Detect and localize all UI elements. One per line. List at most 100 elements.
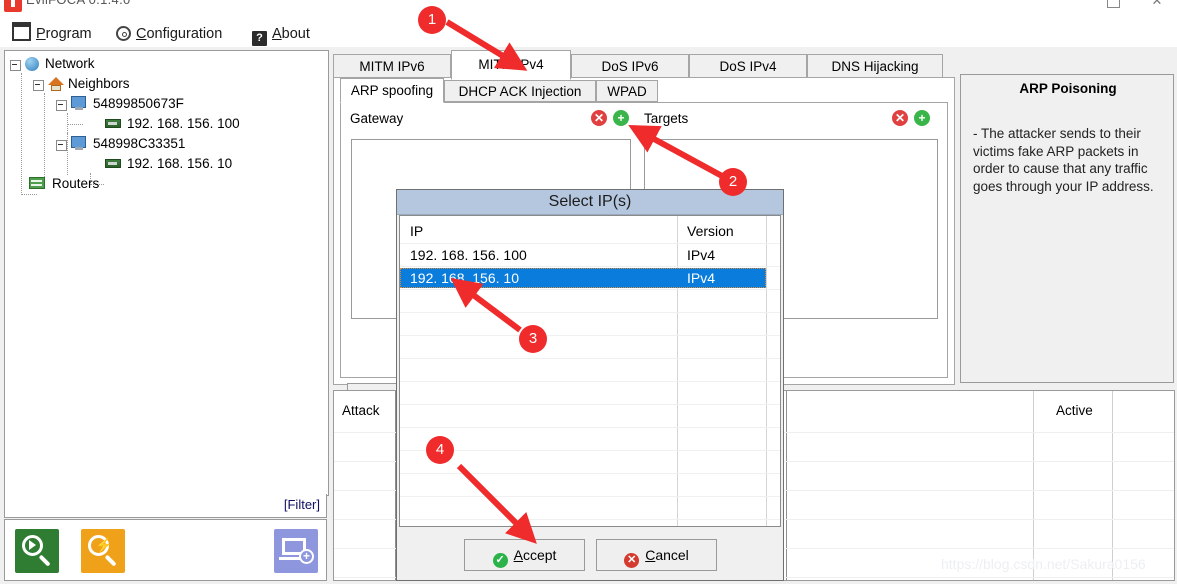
tree-line xyxy=(21,194,37,195)
watermark: https://blog.csdn.net/Sakura0156 xyxy=(941,556,1146,572)
attack-column-divider[interactable] xyxy=(1112,391,1113,580)
tree-line xyxy=(21,73,22,195)
help-title: ARP Poisoning xyxy=(1019,81,1117,96)
network-tree-panel[interactable]: Network Neighbors 54899850673F 192. 168.… xyxy=(4,50,329,496)
title-bar: EvilFOCA 0.1.4.0 ✕ xyxy=(0,0,1177,22)
targets-add-icon[interactable]: + xyxy=(914,110,930,126)
tree-node-network[interactable]: Network xyxy=(45,56,95,71)
cancel-button[interactable]: ✕ Cancel xyxy=(596,539,717,571)
tree-node-host-2[interactable]: 548998C33351 xyxy=(93,136,185,151)
router-icon xyxy=(29,177,45,192)
nic-icon xyxy=(105,159,121,168)
select-ips-dialog: Select IP(s) IP Version 192. 168. 156. 1… xyxy=(396,189,784,581)
subtab-wpad[interactable]: WPAD xyxy=(596,80,658,102)
globe-icon xyxy=(25,57,39,71)
column-header-version[interactable]: Version xyxy=(687,223,734,239)
ip-list[interactable]: IP Version 192. 168. 156. 100 IPv4 192. … xyxy=(399,215,781,527)
tree-node-ip-1[interactable]: 192. 168. 156. 100 xyxy=(127,116,240,131)
annotation-marker-3: 3 xyxy=(519,325,547,353)
list-row-line xyxy=(400,381,780,382)
tab-dns-hijacking[interactable]: DNS Hijacking xyxy=(807,54,943,78)
fast-scan-button[interactable]: ⚡ xyxy=(81,529,125,573)
annotation-marker-4: 4 xyxy=(426,436,454,464)
column-header-attack[interactable]: Attack xyxy=(342,403,380,418)
cancel-button-label: ancel xyxy=(655,547,689,563)
close-button[interactable]: ✕ xyxy=(1142,0,1172,12)
filter-label[interactable]: [Filter] xyxy=(284,497,320,512)
window-icon xyxy=(12,22,31,41)
tree-line xyxy=(44,93,45,177)
list-row-line xyxy=(400,496,780,497)
house-icon xyxy=(48,77,64,92)
menu-item-program[interactable]: Program xyxy=(12,21,92,47)
tree-node-ip-2[interactable]: 192. 168. 156. 10 xyxy=(127,156,232,171)
column-header-active[interactable]: Active xyxy=(1056,403,1093,418)
gateway-label: Gateway xyxy=(350,111,404,126)
tree-line xyxy=(67,124,83,125)
computer-icon xyxy=(71,136,87,151)
scan-network-button[interactable] xyxy=(15,529,59,573)
help-panel: ARP Poisoning - The attacker sends to th… xyxy=(960,74,1174,383)
nic-icon xyxy=(105,119,121,128)
cancel-circle-icon: ✕ xyxy=(624,553,640,568)
left-toolbar: ⚡ + xyxy=(4,519,327,581)
ip-list-column-divider[interactable] xyxy=(766,216,767,526)
gear-icon xyxy=(116,26,131,41)
targets-remove-icon[interactable]: ✕ xyxy=(892,110,908,126)
list-row-line xyxy=(400,312,780,313)
list-row-line xyxy=(400,519,780,520)
annotation-marker-1: 1 xyxy=(418,6,446,34)
window-title: EvilFOCA 0.1.4.0 xyxy=(26,0,131,7)
accept-button[interactable]: ✓ Accept xyxy=(464,539,585,571)
tree-node-routers[interactable]: Routers xyxy=(52,176,99,191)
targets-label: Targets xyxy=(644,111,689,126)
tab-dos-ipv4[interactable]: DoS IPv4 xyxy=(689,54,807,78)
tab-mitm-ipv6[interactable]: MITM IPv6 xyxy=(333,54,451,78)
tab-mitm-ipv4[interactable]: MITM IPv4 xyxy=(451,50,571,80)
ip-cell[interactable]: 192. 168. 156. 100 xyxy=(410,247,527,263)
list-row-line xyxy=(400,289,780,290)
tree-toggle-neighbors[interactable] xyxy=(33,80,44,91)
tree-node-host-1[interactable]: 54899850673F xyxy=(93,96,184,111)
tree-toggle-host-2[interactable] xyxy=(56,140,67,151)
help-icon: ? xyxy=(252,31,267,46)
ip-list-column-divider[interactable] xyxy=(677,216,678,526)
list-row-line xyxy=(400,473,780,474)
maximize-button[interactable] xyxy=(1098,0,1128,12)
version-cell[interactable]: IPv4 xyxy=(687,270,715,286)
menu-item-about[interactable]: ? About xyxy=(252,21,310,47)
list-row-line xyxy=(400,243,780,244)
subtab-dhcp-ack-injection[interactable]: DHCP ACK Injection xyxy=(444,80,596,102)
tree-filter-bar[interactable]: [Filter] xyxy=(4,494,327,518)
list-row-line xyxy=(400,266,780,267)
annotation-marker-2: 2 xyxy=(719,168,747,196)
attack-column-divider[interactable] xyxy=(786,391,787,580)
list-row-line xyxy=(400,427,780,428)
tree-toggle-host-1[interactable] xyxy=(56,100,67,111)
dialog-button-bar: ✓ Accept ✕ Cancel xyxy=(399,529,781,579)
evilfoca-icon xyxy=(4,0,22,12)
attack-column-divider[interactable] xyxy=(1033,391,1034,580)
tree-toggle-network[interactable] xyxy=(10,60,21,71)
list-row-line xyxy=(400,358,780,359)
column-header-ip[interactable]: IP xyxy=(410,223,423,239)
check-circle-icon: ✓ xyxy=(492,553,508,568)
tree-line xyxy=(67,133,68,175)
list-row-line xyxy=(400,404,780,405)
tree-node-neighbors[interactable]: Neighbors xyxy=(68,76,130,91)
list-row-line xyxy=(400,335,780,336)
computer-icon xyxy=(71,96,87,111)
subtab-arp-spoofing[interactable]: ARP spoofing xyxy=(340,78,444,103)
menu-bar: Program Configuration ? About xyxy=(0,21,1177,47)
gateway-add-icon[interactable]: + xyxy=(613,110,629,126)
main-tab-strip: MITM IPv6 MITM IPv4 DoS IPv6 DoS IPv4 DN… xyxy=(333,50,955,80)
menu-item-configuration[interactable]: Configuration xyxy=(116,21,222,47)
ip-cell[interactable]: 192. 168. 156. 10 xyxy=(410,270,519,286)
list-row-line xyxy=(400,450,780,451)
help-body: - The attacker sends to their victims fa… xyxy=(973,126,1154,194)
tab-dos-ipv6[interactable]: DoS IPv6 xyxy=(571,54,689,78)
add-host-button[interactable]: + xyxy=(274,529,318,573)
gateway-remove-icon[interactable]: ✕ xyxy=(591,110,607,126)
version-cell[interactable]: IPv4 xyxy=(687,247,715,263)
accept-button-label: ccept xyxy=(522,547,557,563)
